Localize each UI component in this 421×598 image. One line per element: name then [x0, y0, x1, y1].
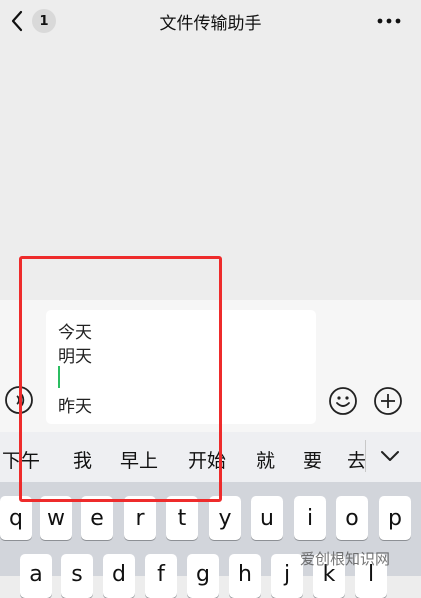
key-i[interactable]: i — [294, 496, 326, 540]
message-input[interactable]: 今天 明天 昨天 — [46, 310, 316, 424]
candidate-word[interactable]: 下午 — [2, 446, 40, 473]
key-j[interactable]: j — [271, 554, 303, 598]
voice-icon[interactable] — [4, 385, 34, 415]
key-q[interactable]: q — [0, 496, 32, 540]
key-w[interactable]: w — [40, 496, 72, 540]
key-r[interactable]: r — [124, 496, 156, 540]
input-bar: 今天 明天 昨天 — [0, 300, 421, 432]
candidate-word[interactable]: 开始 — [188, 446, 226, 473]
chat-header: 1 文件传输助手 — [0, 0, 421, 42]
candidate-word[interactable]: 早上 — [120, 446, 158, 473]
key-t[interactable]: t — [166, 496, 198, 540]
key-u[interactable]: u — [251, 496, 283, 540]
input-line: 昨天 — [58, 397, 92, 417]
key-y[interactable]: y — [209, 496, 241, 540]
key-o[interactable]: o — [336, 496, 368, 540]
chat-title: 文件传输助手 — [159, 14, 262, 34]
key-f[interactable]: f — [145, 554, 177, 598]
text-caret — [58, 366, 60, 388]
key-h[interactable]: h — [229, 554, 261, 598]
input-line: 今天 — [58, 323, 92, 343]
ellipsis-icon[interactable] — [375, 12, 403, 30]
emoji-icon[interactable] — [328, 386, 358, 416]
candidate-word[interactable]: 要 — [303, 446, 322, 473]
key-s[interactable]: s — [61, 554, 93, 598]
key-d[interactable]: d — [103, 554, 135, 598]
candidate-divider — [365, 440, 366, 472]
candidate-word[interactable]: 去 — [347, 446, 366, 473]
plus-circle-icon[interactable] — [373, 386, 403, 416]
key-e[interactable]: e — [81, 496, 113, 540]
watermark: 爱创根知识网 — [300, 550, 391, 568]
candidate-bar: 下午 我 早上 开始 就 要 去 — [0, 432, 421, 482]
chevron-down-icon[interactable] — [378, 446, 402, 466]
candidate-word[interactable]: 我 — [73, 446, 92, 473]
key-g[interactable]: g — [187, 554, 219, 598]
message-area[interactable] — [0, 42, 421, 300]
key-a[interactable]: a — [20, 554, 52, 598]
input-line: 明天 — [58, 347, 92, 367]
key-p[interactable]: p — [379, 496, 411, 540]
candidate-word[interactable]: 就 — [256, 446, 275, 473]
